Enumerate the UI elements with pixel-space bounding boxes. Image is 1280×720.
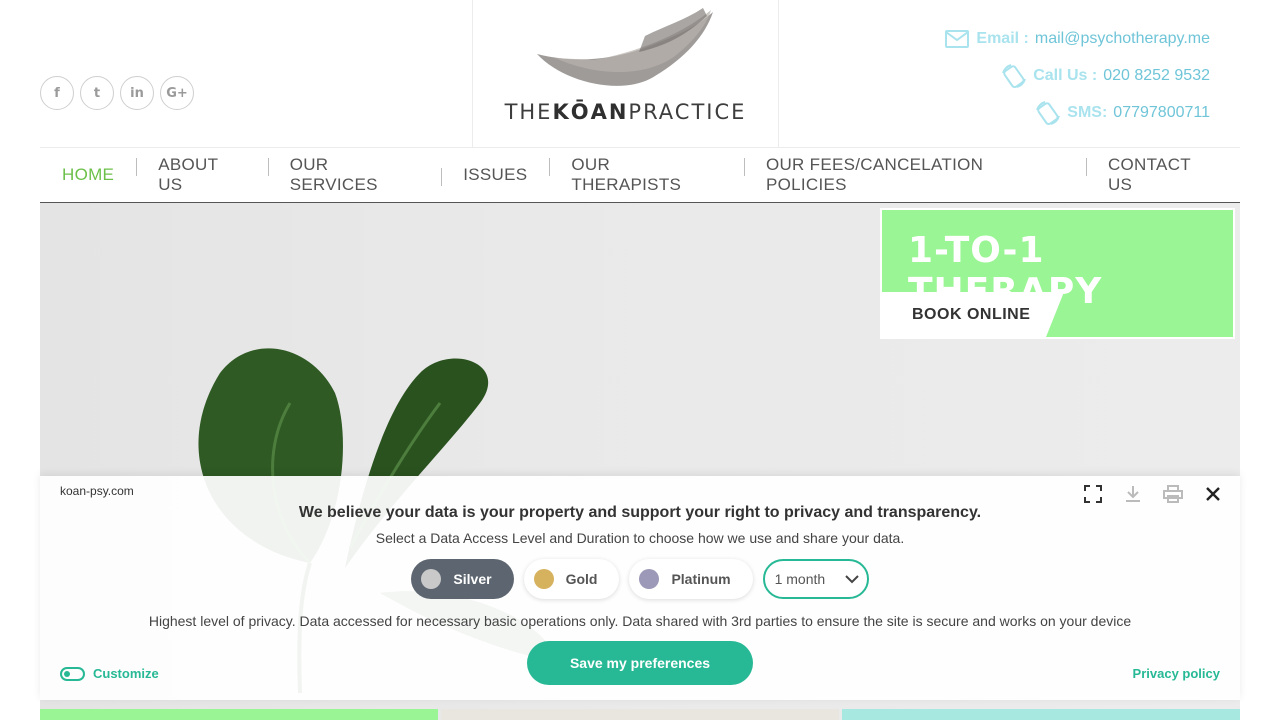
silver-dot-icon	[421, 569, 442, 589]
feature-tile-1[interactable]	[40, 709, 438, 720]
main-nav: HOME ABOUT US OUR SERVICES ISSUES OUR TH…	[40, 147, 1240, 203]
consent-domain: koan-psy.com	[60, 484, 134, 498]
nav-item-issues[interactable]: ISSUES	[441, 165, 549, 186]
contact-email[interactable]: Email : mail@psychotherapy.me	[944, 20, 1210, 57]
logo-prefix: THE	[504, 100, 553, 124]
nav-item-fees-policies[interactable]: OUR FEES/CANCELATION POLICIES	[743, 155, 1086, 195]
call-label: Call Us :	[1033, 66, 1098, 84]
customize-toggle[interactable]: Customize	[60, 666, 159, 681]
nav-item-our-therapists[interactable]: OUR THERAPISTS	[549, 155, 744, 195]
chevron-down-icon	[844, 574, 859, 583]
duration-value: 1 month	[774, 571, 826, 587]
linkedin-icon[interactable]: in	[120, 76, 154, 110]
feature-tile-3[interactable]	[842, 709, 1240, 720]
data-access-levels: Silver Gold Platinum 1 month	[40, 559, 1240, 599]
duration-select[interactable]: 1 month	[762, 559, 869, 599]
social-links: f t in G+	[40, 76, 194, 110]
phone-icon	[1001, 63, 1027, 89]
gold-dot-icon	[533, 569, 554, 589]
consent-subheadline: Select a Data Access Level and Duration …	[375, 530, 905, 546]
sms-label: SMS:	[1067, 103, 1108, 121]
consent-headline: We believe your data is your property an…	[298, 504, 982, 521]
toggle-icon	[60, 666, 85, 681]
level-platinum-button[interactable]: Platinum	[629, 559, 753, 599]
logo-suffix: PRACTICE	[628, 100, 747, 124]
level-silver-label: Silver	[453, 571, 492, 587]
nav-item-about-us[interactable]: ABOUT US	[136, 155, 268, 195]
customize-label: Customize	[93, 666, 159, 681]
envelope-icon	[944, 26, 970, 52]
sms-value[interactable]: 07797800711	[1113, 104, 1210, 122]
feature-tile-2[interactable]	[441, 709, 839, 720]
level-description: Highest level of privacy. Data accessed …	[148, 613, 1132, 629]
level-gold-button[interactable]: Gold	[523, 559, 620, 599]
site-logo[interactable]: THEKŌANPRACTICE	[472, 0, 779, 148]
logo-brand: KŌAN	[552, 100, 629, 124]
nav-item-contact-us[interactable]: CONTACT US	[1085, 155, 1240, 195]
email-value[interactable]: mail@psychotherapy.me	[1035, 30, 1210, 48]
platinum-dot-icon	[639, 569, 660, 589]
privacy-policy-link[interactable]: Privacy policy	[1133, 666, 1220, 681]
therapy-promo[interactable]: 1-TO-1 THERAPY BOOK ONLINE	[880, 208, 1235, 339]
email-label: Email :	[976, 29, 1029, 47]
save-preferences-button[interactable]: Save my preferences	[527, 641, 753, 685]
nav-item-home[interactable]: HOME	[40, 165, 136, 185]
google-plus-icon[interactable]: G+	[160, 76, 194, 110]
level-gold-label: Gold	[565, 571, 598, 587]
privacy-consent-panel: koan-psy.com We believe your data is you…	[40, 476, 1240, 700]
contact-sms[interactable]: SMS: 07797800711	[944, 94, 1210, 131]
sms-phone-icon	[1035, 100, 1061, 126]
level-platinum-label: Platinum	[671, 571, 731, 587]
book-online-button[interactable]: BOOK ONLINE	[882, 292, 1064, 337]
facebook-icon[interactable]: f	[40, 76, 74, 110]
twitter-icon[interactable]: t	[80, 76, 114, 110]
logo-wordmark: THEKŌANPRACTICE	[473, 100, 778, 124]
level-silver-button[interactable]: Silver	[411, 559, 514, 599]
nav-item-our-services[interactable]: OUR SERVICES	[267, 155, 442, 195]
call-value[interactable]: 020 8252 9532	[1103, 67, 1210, 85]
contact-info: Email : mail@psychotherapy.me Call Us : …	[944, 20, 1210, 131]
brush-stroke-logo-icon	[537, 8, 713, 86]
contact-phone[interactable]: Call Us : 020 8252 9532	[944, 57, 1210, 94]
